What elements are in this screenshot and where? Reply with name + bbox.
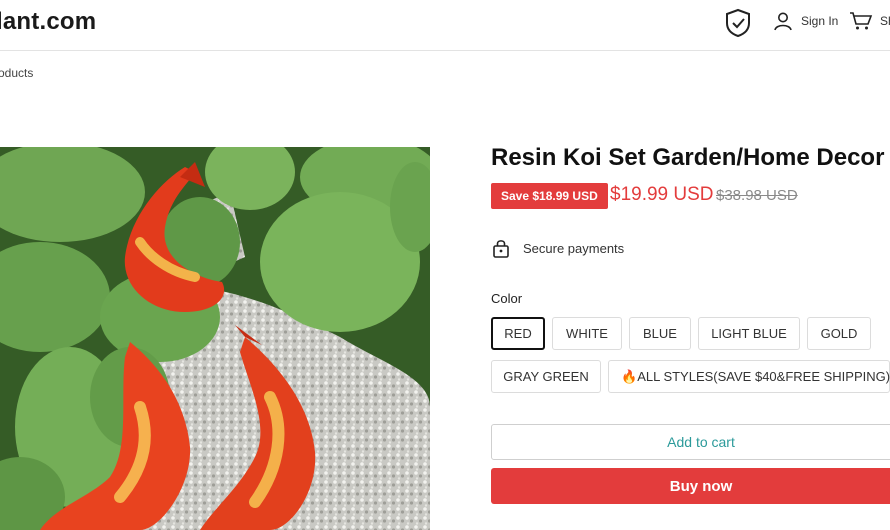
all-styles-label: ALL STYLES(SAVE $40&FREE SHIPPING) <box>637 369 890 384</box>
lock-icon <box>493 240 509 258</box>
cart-icon[interactable] <box>849 11 873 31</box>
color-option-white[interactable]: WHITE <box>552 317 622 350</box>
buy-now-button[interactable]: Buy now <box>491 468 890 504</box>
compare-at-price: $38.98 USD <box>716 187 798 204</box>
secure-payments-text: Secure payments <box>523 241 625 256</box>
add-to-cart-button[interactable]: Add to cart <box>491 424 890 460</box>
color-option-gold[interactable]: GOLD <box>807 317 871 350</box>
product-image[interactable] <box>0 147 430 530</box>
product-title: Resin Koi Set Garden/Home Decor <box>491 144 885 171</box>
color-option-blue[interactable]: BLUE <box>629 317 691 350</box>
site-logo[interactable]: lant.com <box>0 8 96 36</box>
fire-icon: 🔥 <box>621 369 638 384</box>
color-option-all-styles[interactable]: 🔥ALL STYLES(SAVE $40&FREE SHIPPING) <box>608 360 890 393</box>
cart-link-label[interactable]: Sh <box>880 14 890 28</box>
site-header: lant.com Sign In Sh <box>0 0 890 51</box>
sale-badge: Save $18.99 USD <box>491 183 608 209</box>
sale-price: $19.99 USD <box>610 184 714 205</box>
user-icon[interactable] <box>773 11 793 31</box>
color-option-red[interactable]: RED <box>491 317 545 350</box>
breadcrumb[interactable]: roducts <box>0 66 33 80</box>
color-option-gray-green[interactable]: GRAY GREEN <box>491 360 601 393</box>
sign-in-link[interactable]: Sign In <box>801 14 838 28</box>
product-photo-art <box>0 147 430 530</box>
color-option-light-blue[interactable]: LIGHT BLUE <box>698 317 800 350</box>
shield-check-icon[interactable] <box>724 8 752 38</box>
color-option-label: Color <box>491 291 523 306</box>
